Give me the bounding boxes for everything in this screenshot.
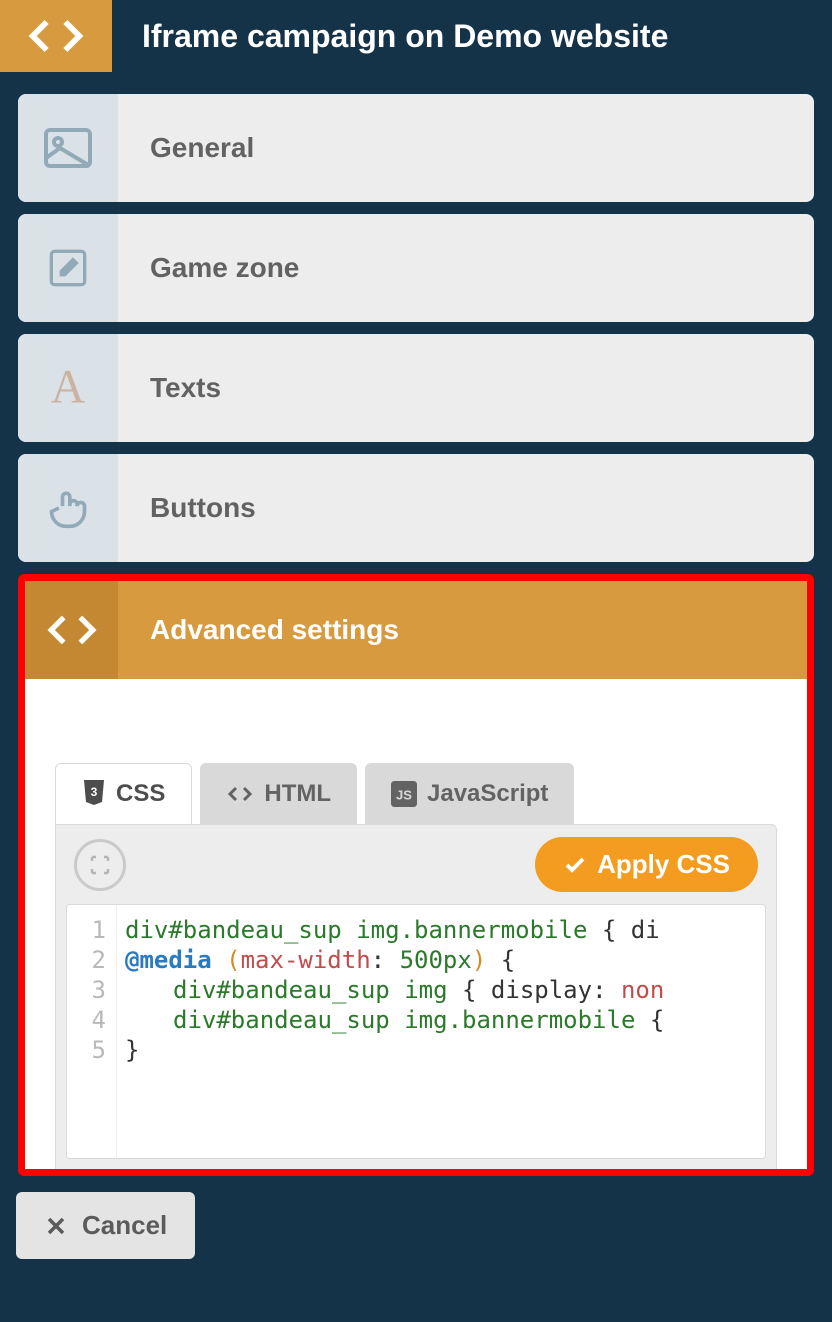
accordion-advanced[interactable]: Advanced settings: [25, 581, 807, 679]
pencil-icon: [18, 214, 118, 322]
cancel-label: Cancel: [82, 1210, 167, 1241]
accordion-buttons[interactable]: Buttons: [18, 454, 814, 562]
accordion-gamezone[interactable]: Game zone: [18, 214, 814, 322]
code-editor[interactable]: 12345 div#bandeau_sup img.bannermobile {…: [66, 904, 766, 1159]
advanced-section-highlight: Advanced settings 3 CSS: [18, 574, 814, 1176]
tabs: 3 CSS HTML: [55, 763, 777, 824]
accordion-label: Game zone: [118, 214, 299, 322]
apply-css-button[interactable]: Apply CSS: [535, 837, 758, 892]
tab-label: JavaScript: [427, 780, 548, 808]
tab-label: CSS: [116, 780, 165, 808]
advanced-label: Advanced settings: [118, 581, 399, 679]
accordion-label: General: [118, 94, 254, 202]
code-icon: [0, 0, 112, 72]
svg-text:JS: JS: [396, 787, 412, 802]
accordion-label: Buttons: [118, 454, 256, 562]
tab-javascript[interactable]: JS JavaScript: [365, 763, 574, 824]
editor-panel: Apply CSS 12345 div#bandeau_sup img.bann…: [55, 824, 777, 1176]
css3-icon: 3: [82, 780, 106, 808]
svg-text:3: 3: [91, 785, 98, 799]
svg-text:A: A: [51, 366, 86, 410]
js-icon: JS: [391, 781, 417, 807]
code-icon: [25, 581, 118, 679]
footer: Cancel: [0, 1176, 832, 1275]
page-title: Iframe campaign on Demo website: [142, 18, 668, 55]
accordion-label: Texts: [118, 334, 221, 442]
code-icon: [226, 782, 254, 806]
image-icon: [18, 94, 118, 202]
letter-a-icon: A: [18, 334, 118, 442]
accordion-texts[interactable]: A Texts: [18, 334, 814, 442]
pointer-icon: [18, 454, 118, 562]
line-numbers: 12345: [67, 905, 117, 1158]
editor-toolbar: Apply CSS: [56, 825, 776, 904]
code-content[interactable]: div#bandeau_sup img.bannermobile { di@me…: [117, 905, 765, 1158]
page-header: Iframe campaign on Demo website: [0, 0, 832, 72]
content-area: General Game zone A Texts Buttons: [0, 72, 832, 1176]
tab-html[interactable]: HTML: [200, 763, 357, 824]
apply-label: Apply CSS: [597, 849, 730, 880]
tabs-container: 3 CSS HTML: [25, 679, 807, 1176]
cancel-button[interactable]: Cancel: [16, 1192, 195, 1259]
fullscreen-button[interactable]: [74, 839, 126, 891]
accordion-general[interactable]: General: [18, 94, 814, 202]
tab-css[interactable]: 3 CSS: [55, 763, 192, 824]
tab-label: HTML: [264, 780, 331, 808]
